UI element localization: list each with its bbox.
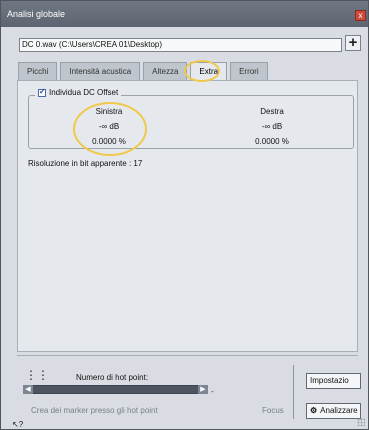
- tab-errori[interactable]: Errori: [230, 62, 268, 80]
- bottom-divider: [17, 355, 358, 356]
- analysis-tabs: Picchi Intensità acustica Altezza Extra …: [18, 62, 271, 81]
- analysis-window: Analisi globale x DC 0.wav (C:\Users\CRE…: [0, 0, 369, 430]
- resize-grip-icon[interactable]: [357, 418, 365, 426]
- left-channel-header: Sinistra: [95, 107, 123, 116]
- tab-picchi[interactable]: Picchi: [18, 62, 58, 80]
- dc-offset-checkbox-row[interactable]: Individua DC Offset: [35, 87, 122, 97]
- focus-option[interactable]: Focus: [262, 406, 284, 415]
- file-path-field[interactable]: DC 0.wav (C:\Users\CREA 01\Desktop): [19, 38, 342, 52]
- hot-point-icon: ⋮⋮: [25, 368, 49, 382]
- add-file-button[interactable]: +: [345, 35, 361, 51]
- close-icon[interactable]: x: [355, 10, 366, 21]
- left-channel-db: -∞ dB: [98, 122, 120, 131]
- hot-point-label: Numero di hot point:: [76, 373, 149, 382]
- right-channel-column: Destra -∞ dB 0.0000 %: [247, 107, 297, 146]
- left-channel-percent: 0.0000 %: [92, 137, 126, 146]
- slider-left-arrow-icon[interactable]: ◀: [23, 385, 33, 394]
- analyze-icon: ⚙: [310, 406, 318, 415]
- create-markers-option[interactable]: Crea dei marker presso gli hot point: [31, 406, 158, 415]
- bit-resolution-text: Risoluzione in bit apparente : 17: [28, 159, 143, 168]
- tab-intensita-acustica[interactable]: Intensità acustica: [60, 62, 141, 80]
- bottom-vertical-divider: [293, 365, 294, 419]
- settings-button-label: Impostazio: [310, 376, 349, 385]
- right-channel-db: -∞ dB: [261, 122, 283, 131]
- settings-button[interactable]: Impostazio: [306, 373, 361, 389]
- dc-offset-checkbox[interactable]: [38, 87, 46, 97]
- hot-point-slider[interactable]: [23, 385, 208, 394]
- dc-offset-label: Individua DC Offset: [49, 88, 119, 97]
- dc-offset-group: [28, 95, 354, 149]
- slider-right-arrow-icon[interactable]: ▶: [198, 385, 208, 394]
- left-channel-column: Sinistra -∞ dB 0.0000 %: [84, 107, 134, 146]
- slider-value-dash: -: [211, 387, 214, 396]
- window-title: Analisi globale: [7, 9, 66, 19]
- right-channel-percent: 0.0000 %: [255, 137, 289, 146]
- analyze-button-label: Analizzare: [320, 406, 358, 415]
- help-cursor-icon[interactable]: ↖?: [12, 420, 23, 429]
- title-bar: Analisi globale: [1, 1, 368, 27]
- analyze-button[interactable]: ⚙ Analizzare: [306, 403, 361, 419]
- tab-altezza[interactable]: Altezza: [143, 62, 188, 80]
- right-channel-header: Destra: [260, 107, 284, 116]
- tab-extra[interactable]: Extra: [190, 62, 228, 80]
